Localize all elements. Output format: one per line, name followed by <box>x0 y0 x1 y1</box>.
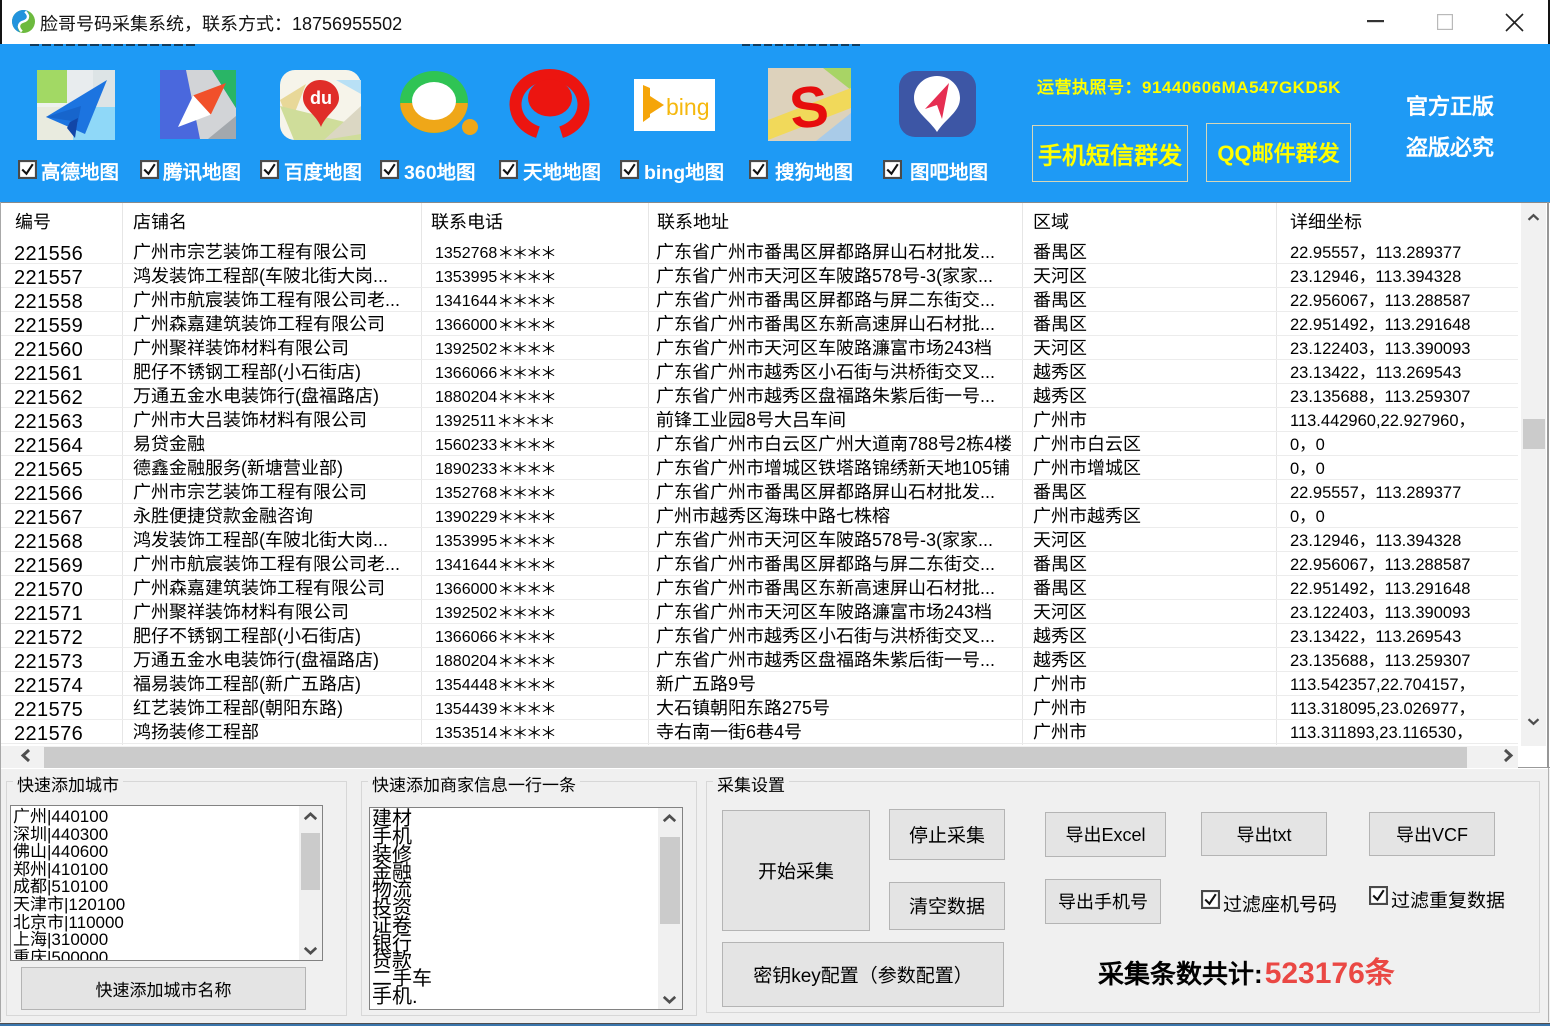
svg-text:bing: bing <box>666 94 709 120</box>
svg-text:S: S <box>786 73 831 141</box>
svg-text:du: du <box>310 88 332 108</box>
